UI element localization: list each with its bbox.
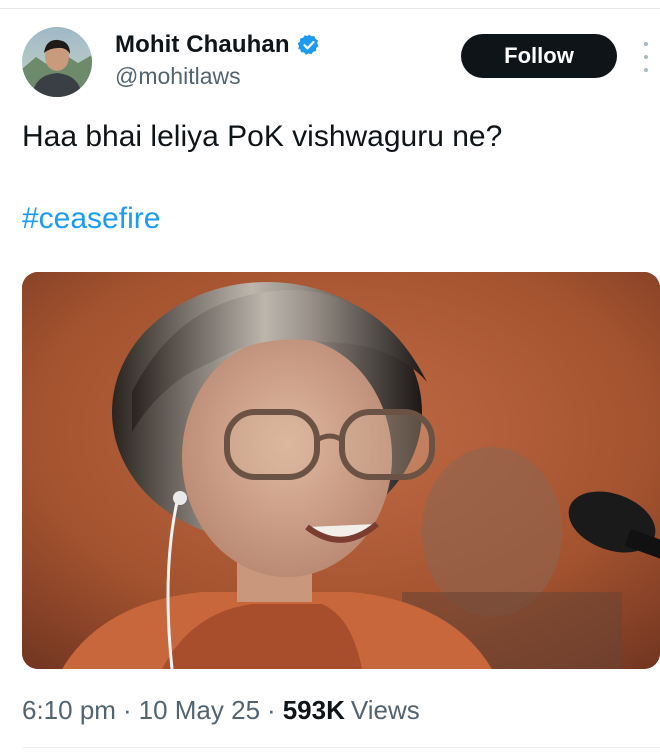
tweet-time[interactable]: 6:10 pm (22, 695, 116, 726)
tweet-media-image[interactable] (22, 272, 660, 669)
views-count: 593K (282, 695, 345, 725)
author-display-name[interactable]: Mohit Chauhan (115, 31, 290, 59)
author-name-row: Mohit Chauhan (115, 30, 321, 60)
avatar[interactable] (22, 27, 92, 97)
meta-separator: · (122, 695, 132, 725)
views-label: Views (350, 695, 420, 725)
verified-badge-icon (297, 33, 321, 57)
tweet-meta: 6:10 pm · 10 May 25 · 593K Views (22, 695, 420, 726)
author-handle[interactable]: @mohitlaws (115, 63, 241, 90)
bottom-divider (22, 747, 660, 748)
more-vertical-icon[interactable] (639, 42, 653, 72)
follow-button[interactable]: Follow (461, 34, 617, 78)
meta-separator: · (267, 695, 276, 725)
tweet-text: Haa bhai leliya PoK vishwaguru ne? (22, 120, 503, 153)
top-divider (0, 8, 660, 9)
hashtag-link[interactable]: #ceasefire (22, 200, 160, 238)
tweet-date[interactable]: 10 May 25 (139, 695, 260, 726)
